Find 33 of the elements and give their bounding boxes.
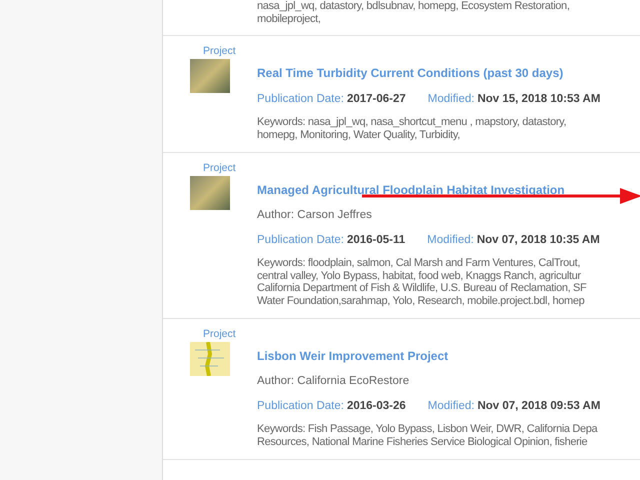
keywords-text: Keywords: nasa_jpl_wq, nasa_shortcut_menu , mapstory, datastory,: [257, 116, 568, 128]
type-link[interactable]: Project: [203, 162, 236, 174]
keywords-text: Keywords: floodplain, salmon, Cal Marsh and Farm Ventures, CalTrout,: [257, 257, 582, 270]
keywords-text: nasa_jpl_wq, datastory, bdlsubnav, homepg, Ecosystem Restoration,: [257, 0, 571, 12]
type-link[interactable]: Project: [203, 328, 236, 340]
publication-date-value: 2016-03-26: [346, 399, 406, 413]
publication-date-value: 2017-06-27: [346, 92, 406, 106]
modified-value: Nov 15, 2018 10:53 AM: [477, 92, 600, 106]
item-title-link[interactable]: Lisbon Weir Improvement Project: [257, 349, 448, 364]
modified-value: Nov 07, 2018 09:53 AM: [477, 399, 600, 413]
keywords-text: Keywords: Fish Passage, Yolo Bypass, Lisbon Weir, DWR, California Depa: [257, 423, 599, 436]
author-text: Author: Carson Jeffres: [257, 208, 373, 222]
publication-date-label: Publication Date:: [257, 92, 344, 106]
keywords-text: homepg, Monitoring, Water Quality, Turbidity,: [257, 128, 461, 141]
type-link[interactable]: Project: [203, 45, 236, 57]
publication-date-label: Publication Date:: [257, 233, 344, 247]
item-title-link[interactable]: Managed Agricultural Floodplain Habitat Investigation: [257, 183, 565, 198]
photo-placeholder[interactable]: [190, 176, 230, 210]
publication-date-value: 2016-05-11: [346, 233, 406, 247]
keywords-text: central valley, Yolo Bypass, habitat, food web, Knaggs Ranch, agricultur: [257, 270, 582, 282]
modified-label: Modified:: [428, 399, 474, 413]
publication-date-label: Publication Date:: [257, 399, 344, 413]
keywords-text: Resources, National Marine Fisheries Service Biological Opinion, fisherie: [257, 436, 588, 448]
keywords-text: Water Foundation,sarahmap, Yolo, Research, mobile.project.bdl, homep: [257, 294, 586, 307]
modified-label: Modified:: [427, 233, 474, 247]
map-thumbnail[interactable]: [190, 342, 230, 376]
modified-value: Nov 07, 2018 10:35 AM: [476, 233, 600, 247]
author-text: Author: California EcoRestore: [257, 374, 410, 388]
keywords-text: California Department of Fish & Wildlife, U.S. Bureau of Reclamation, SF: [257, 282, 588, 294]
keywords-text: mobileproject,: [257, 12, 322, 25]
item-title-link[interactable]: Real Time Turbidity Current Conditions (past 30 days): [257, 66, 564, 81]
photo-placeholder[interactable]: [190, 59, 230, 93]
modified-label: Modified:: [428, 92, 474, 106]
